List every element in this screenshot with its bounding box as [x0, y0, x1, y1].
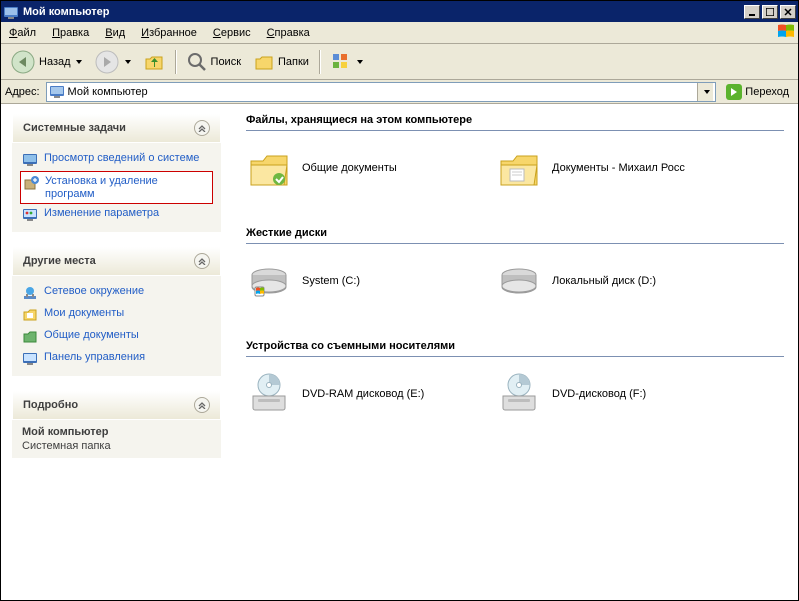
folders-button[interactable]: Папки — [248, 48, 314, 76]
panel-head-details[interactable]: Подробно — [12, 390, 221, 420]
details-type: Системная папка — [22, 440, 211, 452]
views-button[interactable] — [325, 48, 368, 76]
folders-icon — [253, 51, 275, 73]
menu-favorites[interactable]: Избранное — [133, 24, 205, 42]
dvd-drive-icon — [496, 371, 542, 417]
task-system-info[interactable]: Просмотр сведений о системе — [20, 149, 213, 171]
folder-up-icon — [143, 51, 165, 73]
menu-file[interactable]: Файл — [1, 24, 44, 42]
menu-tools[interactable]: Сервис — [205, 24, 259, 42]
group-header: Жесткие диски — [246, 227, 784, 244]
chevron-down-icon — [76, 60, 82, 64]
shared-documents-icon — [22, 329, 38, 345]
computer-icon — [49, 84, 65, 100]
system-info-icon — [22, 152, 38, 168]
item-shared-documents[interactable]: Общие документы — [246, 145, 496, 191]
toolbar-separator — [175, 50, 176, 74]
window-title: Мой компьютер — [23, 6, 742, 18]
go-icon — [725, 83, 743, 101]
network-places-icon — [22, 285, 38, 301]
control-panel-icon — [22, 351, 38, 367]
task-add-remove-programs[interactable]: Установка и удаление программ — [20, 171, 213, 204]
tasks-sidebar: Системные задачи Просмотр сведений о сис… — [1, 104, 232, 600]
back-button[interactable]: Назад — [5, 46, 87, 78]
menu-view[interactable]: Вид — [97, 24, 133, 42]
back-icon — [10, 49, 36, 75]
menu-bar: Файл Правка Вид Избранное Сервис Справка — [1, 22, 798, 44]
panel-head-system-tasks[interactable]: Системные задачи — [12, 113, 221, 143]
hard-drive-icon — [246, 258, 292, 304]
group-hard-drives: Жесткие диски System (C:) Локальный диск… — [246, 227, 784, 316]
task-change-setting[interactable]: Изменение параметра — [20, 204, 213, 226]
item-user-documents[interactable]: Документы - Михаил Росс — [496, 145, 746, 191]
details-name: Мой компьютер — [22, 426, 211, 438]
group-files-on-computer: Файлы, хранящиеся на этом компьютере Общ… — [246, 114, 784, 203]
place-shared-documents[interactable]: Общие документы — [20, 326, 213, 348]
collapse-icon — [194, 253, 210, 269]
folder-shared-icon — [246, 145, 292, 191]
up-button[interactable] — [138, 48, 170, 76]
address-label: Адрес: — [5, 86, 42, 98]
content-pane: Файлы, хранящиеся на этом компьютере Общ… — [232, 104, 798, 600]
panel-head-other-places[interactable]: Другие места — [12, 246, 221, 276]
windows-flag-icon — [776, 23, 796, 41]
hard-drive-icon — [496, 258, 542, 304]
address-combo[interactable]: Мой компьютер — [46, 82, 717, 102]
address-bar: Адрес: Мой компьютер Переход — [1, 80, 798, 104]
search-icon — [186, 51, 208, 73]
toolbar-separator — [319, 50, 320, 74]
toolbar: Назад Поиск Папки — [1, 44, 798, 80]
drive-d[interactable]: Локальный диск (D:) — [496, 258, 746, 304]
panel-details: Подробно Мой компьютер Системная папка — [11, 389, 222, 459]
close-button[interactable] — [780, 5, 796, 19]
maximize-button[interactable] — [762, 5, 778, 19]
minimize-button[interactable] — [744, 5, 760, 19]
place-control-panel[interactable]: Панель управления — [20, 348, 213, 370]
views-icon — [330, 51, 352, 73]
forward-button[interactable] — [89, 46, 136, 78]
my-documents-icon — [22, 307, 38, 323]
address-value: Мой компьютер — [68, 86, 148, 98]
drive-c[interactable]: System (C:) — [246, 258, 496, 304]
panel-other-places: Другие места Сетевое окружение Мои докум… — [11, 245, 222, 377]
chevron-down-icon — [357, 60, 363, 64]
forward-icon — [94, 49, 120, 75]
place-network[interactable]: Сетевое окружение — [20, 282, 213, 304]
folder-user-icon — [496, 145, 542, 191]
menu-edit[interactable]: Правка — [44, 24, 97, 42]
add-remove-icon — [23, 175, 39, 191]
group-removable-storage: Устройства со съемными носителями DVD-RA… — [246, 340, 784, 429]
search-button[interactable]: Поиск — [181, 48, 246, 76]
collapse-icon — [194, 120, 210, 136]
panel-system-tasks: Системные задачи Просмотр сведений о сис… — [11, 112, 222, 233]
address-dropdown-button[interactable] — [697, 83, 713, 101]
title-bar: Мой компьютер — [1, 1, 798, 22]
system-menu-icon[interactable] — [3, 4, 19, 20]
drive-e-dvdram[interactable]: DVD-RAM дисковод (E:) — [246, 371, 496, 417]
group-header: Устройства со съемными носителями — [246, 340, 784, 357]
collapse-icon — [194, 397, 210, 413]
place-my-documents[interactable]: Мои документы — [20, 304, 213, 326]
group-header: Файлы, хранящиеся на этом компьютере — [246, 114, 784, 131]
dvd-drive-icon — [246, 371, 292, 417]
control-panel-icon — [22, 207, 38, 223]
go-button[interactable]: Переход — [720, 80, 794, 104]
chevron-down-icon — [125, 60, 131, 64]
menu-help[interactable]: Справка — [259, 24, 318, 42]
drive-f-dvd[interactable]: DVD-дисковод (F:) — [496, 371, 746, 417]
chevron-down-icon — [704, 90, 710, 94]
